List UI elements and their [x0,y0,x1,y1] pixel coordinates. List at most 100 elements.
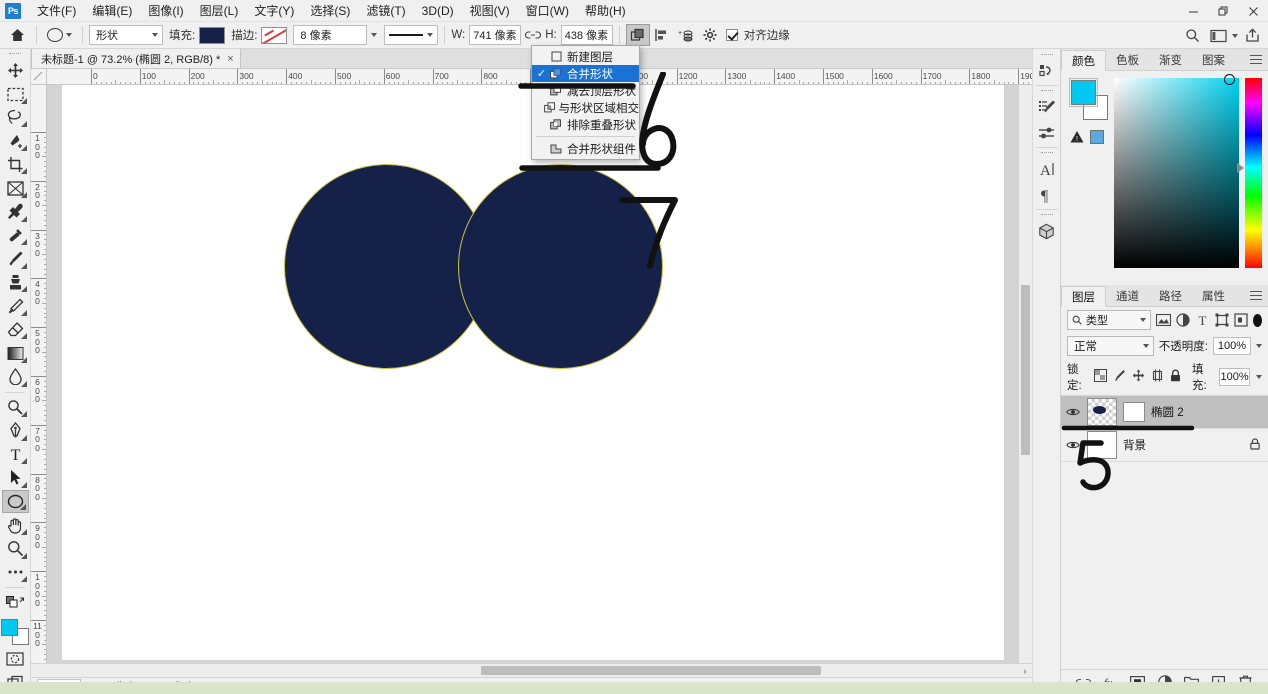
menu-filter[interactable]: 滤镜(T) [358,0,413,22]
home-icon[interactable] [4,24,30,46]
toolbar-grip[interactable] [8,51,22,57]
paragraph-panel-icon[interactable]: ¶ [1034,182,1060,208]
tool-zoom[interactable] [2,537,29,561]
filter-toggle[interactable] [1253,313,1262,327]
smart-object-filter-icon[interactable] [1234,310,1248,330]
blend-mode-select[interactable]: 正常 [1067,336,1154,356]
path-alignment-icon[interactable] [650,24,674,46]
tool-crop[interactable] [2,153,29,177]
chevron-down-icon[interactable] [371,33,378,37]
path-operations-menu[interactable]: 新建图层 ✓ 合并形状 减去顶层形状 与形状区域相交 排除重叠形状 合并形状组件 [531,45,640,160]
workspace-icon[interactable] [1206,25,1230,47]
character-panel-icon[interactable]: A [1034,156,1060,182]
lock-position-icon[interactable] [1132,369,1145,385]
align-edges-checkbox[interactable] [725,29,738,41]
link-icon[interactable] [521,24,545,46]
tool-gradient[interactable] [2,341,29,365]
quick-mask-icon[interactable] [2,647,29,671]
tool-blur[interactable] [2,365,29,389]
hue-slider-handle[interactable] [1237,163,1245,173]
visibility-icon[interactable] [1065,407,1081,417]
panel-tab-1[interactable]: 通道 [1106,285,1149,306]
menu-layer[interactable]: 图层(L) [192,0,247,22]
tool-lasso[interactable] [2,106,29,130]
3d-panel-icon[interactable] [1034,218,1060,244]
panel-tab-0[interactable]: 图层 [1061,286,1106,307]
visibility-icon[interactable] [1065,440,1081,450]
lock-all-icon[interactable] [1170,369,1181,385]
menu-file[interactable]: 文件(F) [29,0,84,22]
chevron-down-icon[interactable] [1232,33,1238,38]
menu-item-new-layer[interactable]: 新建图层 [532,48,639,65]
search-icon[interactable] [1180,25,1204,47]
restore-button[interactable] [1208,0,1238,22]
layer-row[interactable]: 椭圆 2 [1061,396,1268,429]
vertical-scrollbar[interactable] [1018,85,1032,663]
adjustments-panel-icon[interactable] [1034,120,1060,146]
menu-item-subtract-front-shape[interactable]: 减去顶层形状 [532,82,639,99]
strip-grip[interactable] [1040,211,1054,218]
menu-item-merge-shape-components[interactable]: 合并形状组件 [532,140,639,157]
horizontal-scroll-thumb[interactable] [481,666,821,675]
menu-item-combine-shapes[interactable]: ✓ 合并形状 [532,65,639,82]
path-operations-icon[interactable] [625,24,650,46]
shape-filter-icon[interactable] [1215,310,1229,330]
close-icon[interactable]: × [227,53,233,65]
panel-tab-1[interactable]: 色板 [1106,49,1149,70]
adjustment-filter-icon[interactable] [1176,310,1190,330]
layer-thumbnail[interactable] [1087,431,1117,459]
panel-tab-3[interactable]: 图案 [1192,49,1235,70]
close-button[interactable] [1238,0,1268,22]
menu-item-exclude-overlapping-shapes[interactable]: 排除重叠形状 [532,116,639,133]
shape-mode-select[interactable]: 形状 [89,25,163,45]
tool-brush[interactable] [2,247,29,271]
vertical-scroll-thumb[interactable] [1021,285,1030,455]
tool-clone-stamp[interactable] [2,271,29,295]
share-icon[interactable] [1240,25,1264,47]
pixel-filter-icon[interactable] [1156,310,1171,330]
menu-help[interactable]: 帮助(H) [577,0,634,22]
tool-type[interactable]: T [2,443,29,467]
strip-grip[interactable] [1040,51,1054,58]
web-safe-color-swatch[interactable] [1090,130,1104,144]
tool-path-selection[interactable] [2,466,29,490]
height-input[interactable]: 438 像素 [560,25,613,45]
tool-marquee[interactable] [2,82,29,106]
tool-hand[interactable] [2,513,29,537]
menu-window[interactable]: 窗口(W) [518,0,577,22]
panel-menu-icon[interactable] [1250,55,1262,65]
tool-edit-toolbar[interactable] [2,561,29,585]
tool-eraser[interactable] [2,318,29,342]
color-swatches[interactable] [1,618,29,645]
color-spectrum[interactable] [1114,74,1240,268]
tool-eyedropper[interactable] [2,200,29,224]
strip-grip[interactable] [1040,87,1054,94]
vector-mask-thumbnail[interactable] [1123,402,1145,422]
lock-artboard-icon[interactable] [1151,369,1164,385]
gear-icon[interactable] [698,24,722,46]
strip-grip[interactable] [1040,149,1054,156]
menu-type[interactable]: 文字(Y) [246,0,302,22]
tool-object-selection[interactable] [2,129,29,153]
canvas-stage[interactable] [47,85,1018,663]
vertical-ruler[interactable]: 100200300400500600700800900100011001200 [31,85,47,663]
chevron-down-icon[interactable] [1256,375,1262,379]
menu-view[interactable]: 视图(V) [462,0,518,22]
width-input[interactable]: 741 像素 [469,25,522,45]
layer-filter-select[interactable]: 类型 [1067,310,1151,330]
brush-settings-panel-icon[interactable] [1034,94,1060,120]
type-filter-icon[interactable]: T [1195,310,1209,330]
tool-history-brush[interactable] [2,294,29,318]
fill-color-swatch[interactable] [199,26,226,44]
fill-input[interactable]: 100% [1219,368,1250,386]
chevron-down-icon[interactable] [1256,344,1262,348]
scroll-right-icon[interactable]: › [1018,666,1032,676]
foreground-color-swatch[interactable] [1,618,18,636]
tool-frame[interactable] [2,176,29,200]
panel-tab-2[interactable]: 渐变 [1149,49,1192,70]
minimize-button[interactable] [1178,0,1208,22]
menu-3d[interactable]: 3D(D) [414,1,462,21]
stroke-color-swatch[interactable] [261,26,288,44]
panel-tab-0[interactable]: 颜色 [1061,50,1106,71]
menu-image[interactable]: 图像(I) [140,0,191,22]
